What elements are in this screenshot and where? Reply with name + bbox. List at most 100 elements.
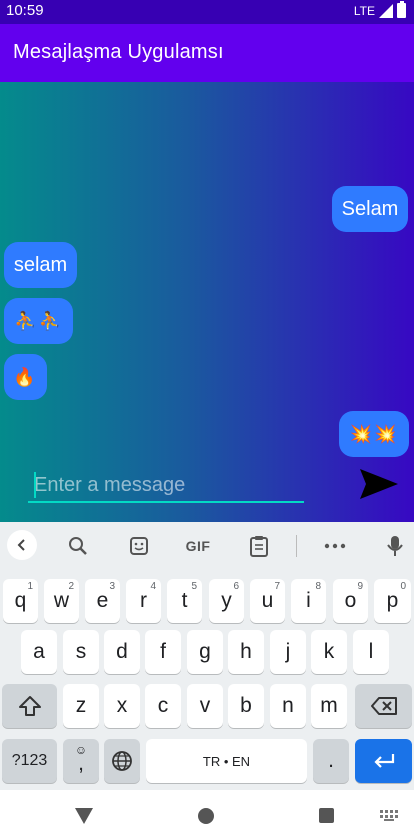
- key-label: s: [75, 640, 87, 663]
- key-i[interactable]: i8: [291, 579, 326, 623]
- space-key[interactable]: TR • EN: [146, 739, 307, 783]
- key-z[interactable]: z: [63, 684, 99, 728]
- key-x[interactable]: x: [104, 684, 140, 728]
- message-text: Selam: [341, 197, 399, 220]
- key-hint: 4: [150, 581, 156, 592]
- key-label: z: [75, 694, 87, 717]
- enter-icon: [373, 754, 394, 768]
- key-label: m: [320, 694, 338, 717]
- key-d[interactable]: d: [104, 630, 140, 674]
- key-h[interactable]: h: [228, 630, 264, 674]
- network-type: LTE: [353, 3, 375, 18]
- keyboard-switch-icon[interactable]: [380, 810, 400, 822]
- nav-recents-icon[interactable]: [319, 808, 334, 823]
- key-label: p: [386, 589, 399, 612]
- key-hint: 9: [357, 581, 363, 592]
- key-e[interactable]: e3: [85, 579, 120, 623]
- send-icon[interactable]: [356, 466, 400, 502]
- gif-button[interactable]: GIF: [183, 532, 213, 560]
- nav-home-icon[interactable]: [198, 808, 214, 824]
- key-label: j: [285, 640, 291, 663]
- key-label: n: [282, 694, 294, 717]
- microphone-icon[interactable]: [384, 532, 406, 560]
- signal-icon: [379, 3, 393, 18]
- gif-label: GIF: [185, 538, 211, 554]
- key-label: t: [181, 589, 188, 612]
- key-label: x: [116, 694, 128, 717]
- key-p[interactable]: p0: [374, 579, 411, 623]
- message-bubble-incoming[interactable]: 🔥: [4, 354, 47, 400]
- key-b[interactable]: b: [228, 684, 264, 728]
- message-bubble-incoming[interactable]: ⛹⛹: [4, 298, 73, 344]
- keyboard-toolbar: GIF: [0, 522, 414, 570]
- input-underline: [28, 501, 304, 503]
- shift-icon: [18, 696, 41, 716]
- symbols-key[interactable]: ?123: [2, 739, 57, 783]
- key-q[interactable]: q1: [3, 579, 38, 623]
- key-label: b: [240, 694, 252, 717]
- key-label: u: [261, 589, 274, 612]
- key-f[interactable]: f: [145, 630, 181, 674]
- key-w[interactable]: w2: [44, 579, 79, 623]
- more-options-icon[interactable]: [322, 532, 348, 560]
- collapse-toolbar-button[interactable]: [7, 530, 37, 560]
- toolbar-divider: [296, 535, 297, 557]
- key-l[interactable]: l: [353, 630, 389, 674]
- nav-back-icon[interactable]: [75, 808, 93, 824]
- chevron-left-icon: [7, 530, 37, 560]
- status-time: 10:59: [6, 2, 44, 19]
- key-label: v: [199, 694, 211, 717]
- app-bar: Mesajlaşma Uygulamsı: [0, 24, 414, 82]
- key-c[interactable]: c: [145, 684, 181, 728]
- key-g[interactable]: g: [187, 630, 223, 674]
- key-label: f: [160, 640, 166, 663]
- message-text: selam: [13, 253, 68, 276]
- enter-key[interactable]: [355, 739, 412, 783]
- message-bubble-outgoing[interactable]: Selam: [332, 186, 408, 232]
- shift-key[interactable]: [2, 684, 57, 728]
- key-m[interactable]: m: [311, 684, 347, 728]
- comma-key[interactable]: ☺ ,: [63, 739, 99, 783]
- chat-area[interactable]: Selam selam ⛹⛹ 🔥 💥💥: [0, 82, 414, 522]
- backspace-key[interactable]: [355, 684, 412, 728]
- key-label: h: [240, 640, 252, 663]
- text-caret: [34, 472, 36, 498]
- key-label: y: [221, 589, 232, 612]
- message-input[interactable]: [28, 468, 304, 502]
- status-bar: 10:59 LTE: [0, 0, 414, 24]
- key-hint: 0: [400, 581, 406, 592]
- language-key[interactable]: [104, 739, 140, 783]
- key-t[interactable]: t5: [167, 579, 202, 623]
- key-n[interactable]: n: [270, 684, 306, 728]
- soft-keyboard: GIF q1 w2 e3 r4 t5 y6 u7 i8 o9 p0 a s d …: [0, 522, 414, 790]
- key-label: q: [14, 589, 27, 612]
- sticker-icon[interactable]: [127, 532, 151, 560]
- key-label: g: [199, 640, 211, 663]
- search-icon[interactable]: [66, 532, 90, 560]
- key-a[interactable]: a: [21, 630, 57, 674]
- key-s[interactable]: s: [63, 630, 99, 674]
- key-k[interactable]: k: [311, 630, 347, 674]
- key-label: TR • EN: [202, 753, 251, 769]
- key-label: e: [96, 589, 109, 612]
- key-y[interactable]: y6: [209, 579, 244, 623]
- key-label: .: [328, 749, 334, 772]
- message-input-row: [28, 468, 304, 504]
- clipboard-icon[interactable]: [247, 532, 271, 560]
- key-hint: 1: [27, 581, 33, 592]
- backspace-icon: [370, 697, 397, 715]
- key-label: d: [116, 640, 128, 663]
- key-v[interactable]: v: [187, 684, 223, 728]
- message-text: 🔥: [13, 366, 38, 387]
- key-r[interactable]: r4: [126, 579, 161, 623]
- key-o[interactable]: o9: [333, 579, 368, 623]
- key-j[interactable]: j: [270, 630, 306, 674]
- key-label: r: [140, 589, 147, 612]
- period-key[interactable]: .: [313, 739, 349, 783]
- key-hint: 3: [109, 581, 115, 592]
- globe-icon: [112, 751, 132, 771]
- message-bubble-outgoing[interactable]: 💥💥: [339, 411, 409, 457]
- key-u[interactable]: u7: [250, 579, 285, 623]
- message-bubble-incoming[interactable]: selam: [4, 242, 77, 288]
- app-title: Mesajlaşma Uygulamsı: [13, 41, 224, 63]
